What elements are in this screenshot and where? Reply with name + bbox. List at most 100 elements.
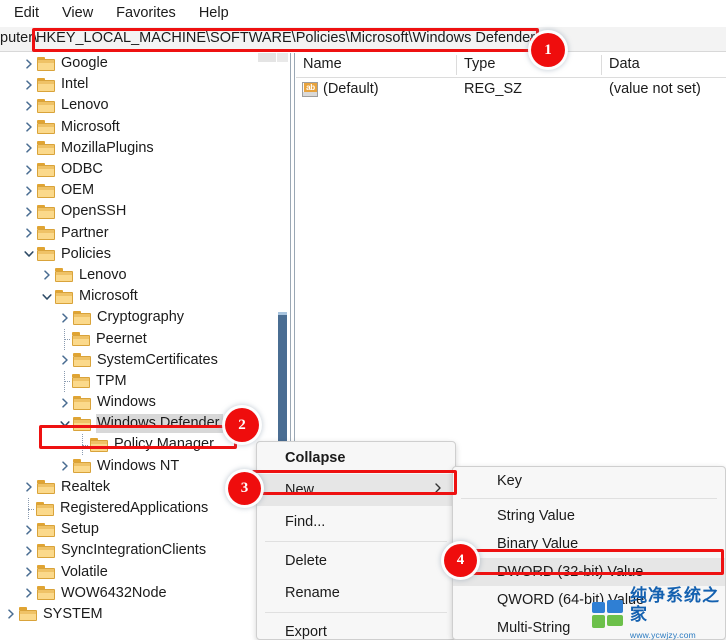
tree-item-mozillaplugins[interactable]: MozillaPlugins bbox=[0, 138, 290, 159]
chevron-right-icon[interactable] bbox=[4, 607, 18, 621]
column-divider-1[interactable] bbox=[456, 55, 457, 75]
tree-item-partner[interactable]: Partner bbox=[0, 223, 290, 244]
menu-item-edit[interactable]: Edit bbox=[14, 0, 39, 26]
menu-item-view[interactable]: View bbox=[62, 0, 93, 26]
chevron-right-icon[interactable] bbox=[58, 353, 72, 367]
folder-icon bbox=[72, 332, 90, 347]
tree-item-tpm[interactable]: TPM bbox=[0, 370, 290, 392]
menu-item-help[interactable]: Help bbox=[199, 0, 229, 26]
tree-item-lenovo[interactable]: Lenovo bbox=[0, 265, 290, 286]
tree-item-lenovo[interactable]: Lenovo bbox=[0, 95, 290, 116]
context-menu-item-find[interactable]: Find... bbox=[257, 506, 455, 538]
context-menu-item-export[interactable]: Export bbox=[257, 616, 455, 639]
chevron-right-icon[interactable] bbox=[22, 544, 36, 558]
chevron-right-icon[interactable] bbox=[22, 565, 36, 579]
menu-item-favorites[interactable]: Favorites bbox=[116, 0, 176, 26]
chevron-right-icon[interactable] bbox=[22, 163, 36, 177]
column-header-type[interactable]: Type bbox=[464, 56, 495, 72]
table-row[interactable]: ab (Default) REG_SZ (value not set) bbox=[296, 79, 726, 101]
chevron-right-icon[interactable] bbox=[58, 311, 72, 325]
submenu-separator bbox=[461, 498, 717, 499]
chevron-down-icon[interactable] bbox=[58, 417, 72, 431]
tree-item-syncintegrationclients[interactable]: SyncIntegrationClients bbox=[0, 540, 290, 561]
chevron-down-icon[interactable] bbox=[22, 247, 36, 261]
submenu-item-string-value[interactable]: String Value bbox=[453, 502, 725, 530]
tree-item-setup[interactable]: Setup bbox=[0, 519, 290, 540]
chevron-right-icon[interactable] bbox=[22, 99, 36, 113]
tree-item-label: RegisteredApplications bbox=[60, 500, 209, 517]
context-menu-item-collapse[interactable]: Collapse bbox=[257, 442, 455, 474]
context-menu-item-rename[interactable]: Rename bbox=[257, 577, 455, 609]
folder-icon bbox=[37, 226, 55, 241]
folder-icon bbox=[37, 565, 55, 580]
tree-item-policies[interactable]: Policies bbox=[0, 244, 290, 265]
tree-item-microsoft[interactable]: Microsoft bbox=[0, 286, 290, 307]
value-data: (value not set) bbox=[609, 81, 701, 97]
folder-icon bbox=[37, 183, 55, 198]
chevron-right-icon[interactable] bbox=[58, 459, 72, 473]
value-name: (Default) bbox=[323, 81, 379, 97]
column-header-name[interactable]: Name bbox=[303, 56, 342, 72]
tree-item-openssh[interactable]: OpenSSH bbox=[0, 201, 290, 222]
tree-item-peernet[interactable]: Peernet bbox=[0, 328, 290, 350]
chevron-right-icon[interactable] bbox=[22, 586, 36, 600]
tree-item-label: SyncIntegrationClients bbox=[61, 542, 207, 559]
folder-icon bbox=[73, 353, 91, 368]
tree-item-odbc[interactable]: ODBC bbox=[0, 159, 290, 180]
tree-connector bbox=[58, 370, 72, 392]
folder-icon bbox=[36, 501, 54, 516]
submenu-item-key[interactable]: Key bbox=[453, 467, 725, 495]
tree-item-label: WOW6432Node bbox=[61, 584, 167, 601]
chevron-right-icon[interactable] bbox=[58, 396, 72, 410]
tree-item-volatile[interactable]: Volatile bbox=[0, 562, 290, 583]
column-header-data[interactable]: Data bbox=[609, 56, 640, 72]
tree-item-label: Volatile bbox=[61, 563, 108, 580]
watermark-url: www.ycwjzy.com bbox=[630, 630, 696, 640]
chevron-right-icon[interactable] bbox=[22, 120, 36, 134]
context-menu[interactable]: CollapseNewFind...DeleteRenameExportPerm… bbox=[256, 441, 456, 640]
tree-item-wow6432node[interactable]: WOW6432Node bbox=[0, 583, 290, 604]
address-bar[interactable]: puter\ HKEY_LOCAL_MACHINE\SOFTWARE\Polic… bbox=[0, 27, 726, 52]
folder-icon bbox=[37, 98, 55, 113]
folder-icon bbox=[37, 543, 55, 558]
menu-bar: Edit View Favorites Help bbox=[0, 0, 726, 26]
tree-item-label: Windows Defender bbox=[96, 414, 223, 434]
folder-icon bbox=[73, 459, 91, 474]
chevron-down-icon[interactable] bbox=[40, 290, 54, 304]
chevron-right-icon[interactable] bbox=[22, 57, 36, 71]
tree-item-label: Windows NT bbox=[97, 457, 180, 474]
tree-item-google[interactable]: Google bbox=[0, 53, 290, 74]
folder-icon bbox=[37, 247, 55, 262]
tree-item-label: TPM bbox=[96, 372, 127, 389]
context-menu-item-new[interactable]: New bbox=[257, 474, 455, 506]
tree-item-intel[interactable]: Intel bbox=[0, 74, 290, 95]
tree-item-label: Windows bbox=[97, 394, 156, 411]
chevron-right-icon[interactable] bbox=[22, 480, 36, 494]
values-column-header: Name Type Data bbox=[296, 53, 726, 78]
chevron-right-icon[interactable] bbox=[22, 78, 36, 92]
submenu-item-binary-value[interactable]: Binary Value bbox=[453, 530, 725, 558]
tree-item-systemcertificates[interactable]: SystemCertificates bbox=[0, 350, 290, 371]
chevron-right-icon[interactable] bbox=[22, 226, 36, 240]
tree-item-label: Lenovo bbox=[79, 266, 127, 283]
context-menu-item-delete[interactable]: Delete bbox=[257, 545, 455, 577]
tree-item-label: Policies bbox=[61, 245, 111, 262]
chevron-right-icon[interactable] bbox=[22, 523, 36, 537]
chevron-right-icon[interactable] bbox=[40, 268, 54, 282]
registry-tree-pane[interactable]: Google Intel Lenovo Microsoft MozillaPlugins… bbox=[0, 53, 290, 640]
watermark-logo-icon bbox=[592, 600, 626, 630]
tree-item-microsoft[interactable]: Microsoft bbox=[0, 117, 290, 138]
tree-scroll-up-button[interactable] bbox=[277, 53, 288, 62]
chevron-right-icon[interactable] bbox=[22, 141, 36, 155]
column-divider-2[interactable] bbox=[601, 55, 602, 75]
tree-item-cryptography[interactable]: Cryptography bbox=[0, 307, 290, 328]
tree-item-label: Lenovo bbox=[61, 97, 109, 114]
chevron-right-icon[interactable] bbox=[22, 205, 36, 219]
pane-corner-stub bbox=[258, 53, 276, 62]
tree-item-oem[interactable]: OEM bbox=[0, 180, 290, 201]
tree-item-system[interactable]: SYSTEM bbox=[0, 604, 290, 625]
submenu-item-dword-32-bit-value[interactable]: DWORD (32-bit) Value bbox=[453, 558, 725, 586]
chevron-right-icon[interactable] bbox=[22, 184, 36, 198]
folder-icon bbox=[55, 289, 73, 304]
folder-icon bbox=[37, 141, 55, 156]
